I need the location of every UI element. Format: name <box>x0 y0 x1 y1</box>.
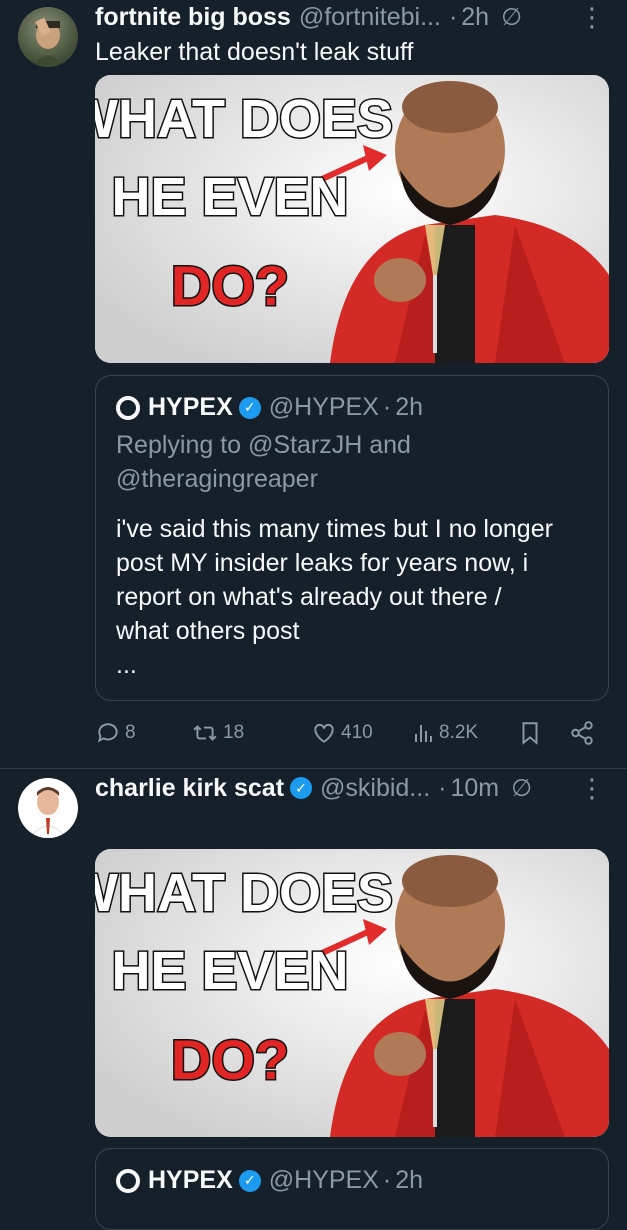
repost-button[interactable]: 18 <box>191 720 244 746</box>
quote-header: HYPEX ✓ @HYPEX · 2h <box>116 393 423 422</box>
quote-author-name: HYPEX <box>148 393 233 421</box>
reply-count: 8 <box>125 722 136 743</box>
quote-text-line: report on what's already out there / <box>116 583 502 611</box>
views-button[interactable]: 8.2K <box>411 720 478 746</box>
verified-badge-icon: ✓ <box>238 396 261 419</box>
heart-icon <box>314 723 334 743</box>
more-options-icon[interactable]: ⋮ <box>579 773 605 804</box>
author-name[interactable]: charlie kirk scat <box>95 774 284 803</box>
share-button[interactable] <box>569 720 599 746</box>
quote-author-handle: @HYPEX <box>268 393 379 421</box>
like-count: 410 <box>341 722 373 743</box>
hypex-avatar[interactable] <box>116 1168 140 1193</box>
timestamp[interactable]: 2h <box>461 3 489 32</box>
repost-icon <box>193 725 217 741</box>
quote-header: HYPEX ✓ @HYPEX · 2h <box>116 1166 423 1195</box>
separator-dot: · <box>382 393 392 421</box>
quote-timestamp: 2h <box>395 1166 424 1194</box>
like-button[interactable]: 410 <box>311 720 373 746</box>
quote-ellipsis: ... <box>116 651 137 679</box>
more-options-icon[interactable]: ⋮ <box>579 2 605 33</box>
meme-line-1: WHAT DOES <box>95 863 393 923</box>
tweet-actions: 8 18 410 8.2K <box>95 720 615 750</box>
separator-dot: · <box>438 773 447 802</box>
grok-icon[interactable]: ∅ <box>501 3 522 32</box>
meme-line-3: DO? <box>171 1028 289 1091</box>
quoted-tweet[interactable]: HYPEX ✓ @HYPEX · 2h <box>95 1148 609 1230</box>
verified-badge-icon: ✓ <box>238 1169 261 1192</box>
quote-text: i've said this many times but I no longe… <box>116 512 596 682</box>
bookmark-button[interactable] <box>517 720 547 746</box>
quoted-tweet[interactable]: HYPEX ✓ @HYPEX · 2h Replying to @StarzJH… <box>95 375 609 701</box>
meme-line-2: HE EVEN <box>111 167 348 227</box>
reply-icon <box>97 723 118 743</box>
replying-to-line: Replying to @StarzJH and <box>116 431 411 459</box>
meme-line-2: HE EVEN <box>111 941 348 1001</box>
views-icon <box>415 725 432 742</box>
separator-dot: · <box>448 2 458 31</box>
replying-to: Replying to @StarzJH and @theragingreape… <box>116 428 586 496</box>
quote-author-handle: @HYPEX <box>268 1166 379 1194</box>
quote-text-line: what others post <box>116 617 300 645</box>
quote-text-line: post MY insider leaks for years now, i <box>116 549 529 577</box>
timestamp[interactable]: 10m <box>450 774 499 803</box>
repost-count: 18 <box>223 722 245 743</box>
author-name[interactable]: fortnite big boss <box>95 3 291 32</box>
hypex-avatar[interactable] <box>116 395 140 420</box>
view-count: 8.2K <box>439 722 479 743</box>
meme-line-1: WHAT DOES <box>95 89 393 149</box>
meme-line-3: DO? <box>171 254 289 317</box>
tweet-image[interactable]: WHAT DOES HE EVEN DO? <box>95 849 609 1137</box>
verified-badge-icon: ✓ <box>290 777 313 799</box>
author-handle[interactable]: @fortnitebi... <box>299 3 441 32</box>
tweet-text: Leaker that doesn't leak stuff <box>95 38 414 66</box>
author-handle[interactable]: @skibid... <box>320 774 430 803</box>
tweet-header: charlie kirk scat ✓ @skibid... · 10m ∅ ⋮ <box>95 771 627 805</box>
tweet[interactable]: fortnite big boss @fortnitebi... · 2h ∅ … <box>0 0 627 769</box>
grok-icon[interactable]: ∅ <box>511 774 532 803</box>
replying-to-line: @theragingreaper <box>116 465 318 493</box>
avatar[interactable] <box>18 778 78 838</box>
share-icon <box>571 721 593 745</box>
quote-text-line: i've said this many times but I no longe… <box>116 515 553 543</box>
quote-timestamp: 2h <box>395 393 424 421</box>
tweet-image[interactable]: WHAT DOES HE EVEN DO? <box>95 75 609 363</box>
reply-button[interactable]: 8 <box>95 720 136 746</box>
bookmark-icon <box>522 722 538 745</box>
avatar[interactable] <box>18 7 78 67</box>
tweet-header: fortnite big boss @fortnitebi... · 2h ∅ … <box>95 0 627 34</box>
separator-dot: · <box>382 1166 392 1194</box>
quote-author-name: HYPEX <box>148 1166 233 1194</box>
